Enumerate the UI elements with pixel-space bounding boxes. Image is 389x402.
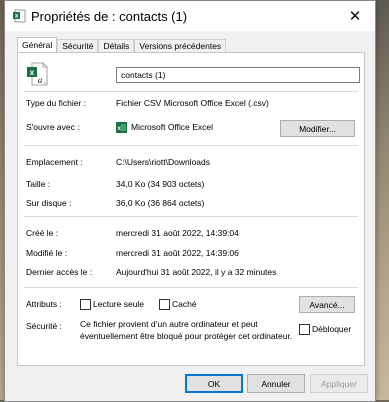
desktop-background-right xyxy=(374,0,389,400)
tab-previous-versions[interactable]: Versions précédentes xyxy=(134,39,227,53)
modified-value: mercredi 31 août 2022, 14:39:06 xyxy=(116,248,239,258)
unblock-checkbox[interactable] xyxy=(299,324,310,335)
svg-text:,: , xyxy=(44,78,46,85)
tab-details[interactable]: Détails xyxy=(98,39,135,53)
created-value: mercredi 31 août 2022, 14:39:04 xyxy=(116,228,239,238)
size-value: 34,0 Ko (34 903 octets) xyxy=(116,179,205,189)
change-button[interactable]: Modifier... xyxy=(280,120,355,137)
svg-text:a: a xyxy=(38,75,43,85)
advanced-button[interactable]: Avancé... xyxy=(299,296,355,313)
opens-with-value: Microsoft Office Excel xyxy=(131,122,214,132)
properties-dialog: x Propriétés de : contacts (1) ✕ Général… xyxy=(4,0,376,402)
ok-button[interactable]: OK xyxy=(185,374,243,393)
disk-size-value: 36,0 Ko (36 864 octets) xyxy=(116,198,205,208)
unblock-label[interactable]: Débloquer xyxy=(312,324,351,334)
excel-csv-file-icon: x a , xyxy=(27,62,48,86)
window-title: Propriétés de : contacts (1) xyxy=(31,9,188,24)
security-label: Sécurité : xyxy=(26,321,62,331)
hidden-label[interactable]: Caché xyxy=(172,299,197,309)
readonly-checkbox[interactable] xyxy=(80,299,91,310)
modified-label: Modifié le : xyxy=(26,248,68,258)
tab-general[interactable]: Général xyxy=(17,37,58,53)
readonly-label[interactable]: Lecture seule xyxy=(93,299,144,309)
last-accessed-label: Dernier accès le : xyxy=(26,267,93,277)
location-label: Emplacement : xyxy=(26,157,83,167)
opens-with-label: S'ouvre avec : xyxy=(26,122,80,132)
divider xyxy=(24,145,358,146)
close-button[interactable]: ✕ xyxy=(335,1,375,31)
created-label: Créé le : xyxy=(26,228,59,238)
tab-bar: Général Sécurité Détails Versions précéd… xyxy=(17,37,227,53)
divider xyxy=(24,216,358,217)
title-bar[interactable]: x Propriétés de : contacts (1) ✕ xyxy=(5,1,375,31)
cancel-button[interactable]: Annuler xyxy=(247,374,305,393)
disk-size-label: Sur disque : xyxy=(26,198,72,208)
divider xyxy=(24,287,358,288)
divider xyxy=(24,91,358,92)
file-type-value: Fichier CSV Microsoft Office Excel (.csv… xyxy=(116,98,269,108)
general-tab-panel: x a , contacts (1) Type du fichier : Fic… xyxy=(17,52,365,366)
tab-security[interactable]: Sécurité xyxy=(57,39,99,53)
excel-csv-file-icon: x xyxy=(13,9,26,23)
security-warning-text: Ce fichier provient d’un autre ordinateu… xyxy=(80,319,293,341)
file-name-input[interactable]: contacts (1) xyxy=(116,67,360,83)
excel-app-icon: x xyxy=(116,122,127,133)
location-value: C:\Users\riott\Downloads xyxy=(116,157,211,167)
apply-button[interactable]: Appliquer xyxy=(310,374,368,393)
hidden-checkbox[interactable] xyxy=(159,299,170,310)
file-type-label: Type du fichier : xyxy=(26,98,87,108)
attributes-label: Attributs : xyxy=(26,299,62,309)
size-label: Taille : xyxy=(26,179,51,189)
svg-text:x: x xyxy=(30,68,35,77)
last-accessed-value: Aujourd'hui 31 août 2022, il y a 32 minu… xyxy=(116,267,277,277)
